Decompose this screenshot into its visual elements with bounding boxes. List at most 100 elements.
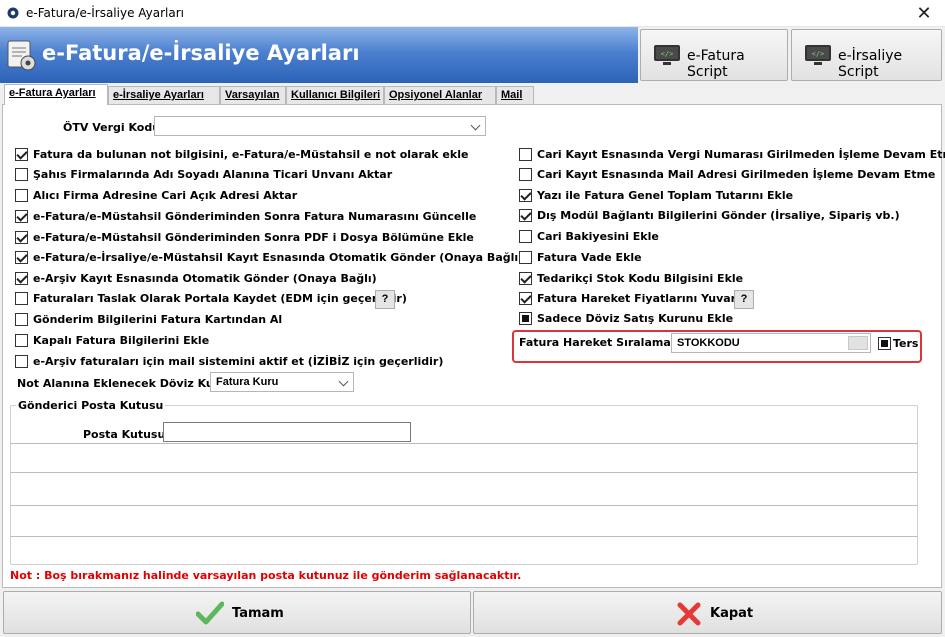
chevron-down-icon: [338, 376, 349, 387]
close-icon[interactable]: ✕: [913, 2, 935, 24]
tab-efatura-settings[interactable]: e-Fatura Ayarları: [4, 84, 108, 105]
option-label: Fatura Vade Ekle: [537, 251, 642, 264]
sort-input[interactable]: STOKKODU: [671, 333, 871, 353]
checkbox[interactable]: [519, 272, 532, 285]
lookup-button[interactable]: [848, 336, 868, 350]
option-row[interactable]: Dış Modül Bağlantı Bilgilerini Gönder (İ…: [519, 208, 929, 224]
option-row[interactable]: Cari Kayıt Esnasında Vergi Numarası Giri…: [519, 147, 945, 163]
otv-label: ÖTV Vergi Kodu: [63, 121, 161, 134]
note-text: Not : Boş bırakmanız halinde varsayılan …: [10, 569, 522, 582]
checkbox[interactable]: [519, 148, 532, 161]
sort-label: Fatura Hareket Sıralaması: [519, 336, 682, 349]
option-row[interactable]: Şahıs Firmalarında Adı Soyadı Alanına Ti…: [15, 167, 495, 183]
otv-select[interactable]: [154, 116, 486, 136]
option-row[interactable]: Gönderim Bilgilerini Fatura Kartından Al: [15, 312, 495, 328]
reverse-checkbox[interactable]: [878, 337, 891, 350]
option-row[interactable]: e-Fatura/e-Müstahsil Gönderiminden Sonra…: [15, 230, 495, 246]
option-row[interactable]: Fatura Vade Ekle: [519, 250, 929, 266]
page-title: e-Fatura/e-İrsaliye Ayarları: [42, 41, 360, 65]
checkbox[interactable]: [519, 312, 532, 325]
checkbox[interactable]: [15, 251, 28, 264]
option-label: e-Fatura/e-Müstahsil Gönderiminden Sonra…: [33, 231, 474, 244]
group-title: Gönderici Posta Kutusu: [16, 399, 166, 412]
option-row[interactable]: Cari Bakiyesini Ekle: [519, 229, 929, 245]
grid-line: [11, 472, 917, 473]
app-gear-icon: [7, 7, 19, 19]
option-label: Dış Modül Bağlantı Bilgilerini Gönder (İ…: [537, 209, 900, 222]
option-label: Cari Kayıt Esnasında Vergi Numarası Giri…: [537, 148, 945, 161]
option-label: Tedarikçi Stok Kodu Bilgisini Ekle: [537, 272, 744, 285]
help-button[interactable]: ?: [734, 290, 754, 309]
eirsaliye-script-label: e-İrsaliye Script: [838, 48, 903, 80]
option-row[interactable]: Fatura Hareket Fiyatlarını Yuvarla: [519, 291, 747, 307]
currency-value: Fatura Kuru: [216, 376, 279, 388]
code-monitor-icon: </>: [654, 45, 680, 65]
checkbox[interactable]: [519, 189, 532, 202]
tab-optional-fields[interactable]: Opsiyonel Alanlar: [384, 86, 496, 104]
help-button[interactable]: ?: [375, 290, 395, 309]
ok-label: Tamam: [232, 606, 284, 621]
option-row[interactable]: e-Fatura/e-İrsaliye/e-Müstahsil Kayıt Es…: [15, 250, 523, 266]
header-banner: e-Fatura/e-İrsaliye Ayarları: [0, 27, 638, 83]
efatura-script-label: e-Fatura Script: [687, 48, 745, 80]
tab-defaults[interactable]: Varsayılan: [220, 86, 286, 104]
checkbox[interactable]: [519, 209, 532, 222]
checkbox[interactable]: [15, 272, 28, 285]
checkbox[interactable]: [519, 168, 532, 181]
tab-user-info[interactable]: Kullanıcı Bilgileri: [286, 86, 384, 104]
close-button[interactable]: Kapat: [473, 591, 942, 634]
option-row[interactable]: Alıcı Firma Adresine Cari Açık Adresi Ak…: [15, 188, 495, 204]
ok-button[interactable]: Tamam: [3, 591, 471, 634]
checkbox[interactable]: [519, 292, 532, 305]
svg-text:</>: </>: [812, 50, 825, 58]
tab-eirsaliye-settings[interactable]: e-İrsaliye Ayarları: [108, 86, 220, 104]
grid-line: [11, 505, 917, 506]
checkbox[interactable]: [15, 231, 28, 244]
checkbox[interactable]: [15, 148, 28, 161]
sort-value: STOKKODU: [677, 337, 740, 349]
efatura-script-button[interactable]: </> e-Fatura Script: [640, 29, 788, 81]
close-x-icon: [677, 602, 701, 626]
option-label: Cari Bakiyesini Ekle: [537, 230, 659, 243]
checkbox[interactable]: [15, 292, 28, 305]
grid-line: [11, 443, 917, 444]
checkmark-icon: [196, 601, 224, 625]
option-label: Şahıs Firmalarında Adı Soyadı Alanına Ti…: [33, 168, 393, 181]
checkbox[interactable]: [15, 334, 28, 347]
option-row[interactable]: Fatura da bulunan not bilgisini, e-Fatur…: [15, 147, 495, 163]
mailbox-label: Posta Kutusu: [83, 428, 166, 441]
tab-mail[interactable]: Mail: [496, 86, 534, 104]
checkbox[interactable]: [15, 355, 28, 368]
option-row[interactable]: e-Arşiv Kayıt Esnasında Otomatik Gönder …: [15, 271, 495, 287]
option-row[interactable]: Yazı ile Fatura Genel Toplam Tutarını Ek…: [519, 188, 929, 204]
checkbox[interactable]: [15, 210, 28, 223]
option-row[interactable]: Cari Kayıt Esnasında Mail Adresi Girilme…: [519, 167, 935, 183]
currency-label: Not Alanına Eklenecek Döviz Kuru: [17, 377, 227, 390]
currency-select[interactable]: Fatura Kuru: [210, 372, 354, 392]
mailbox-input[interactable]: [163, 422, 411, 442]
svg-text:</>: </>: [661, 50, 674, 58]
checkbox[interactable]: [15, 313, 28, 326]
option-row[interactable]: e-Fatura/e-Müstahsil Gönderiminden Sonra…: [15, 209, 495, 225]
option-label: Fatura da bulunan not bilgisini, e-Fatur…: [33, 148, 469, 161]
option-row[interactable]: Sadece Döviz Satış Kurunu Ekle: [519, 311, 929, 327]
close-label: Kapat: [710, 606, 754, 621]
option-label: Cari Kayıt Esnasında Mail Adresi Girilme…: [537, 168, 936, 181]
grid-line: [11, 536, 917, 537]
option-row[interactable]: e-Arşiv faturaları için mail sistemini a…: [15, 354, 495, 370]
option-row[interactable]: Tedarikçi Stok Kodu Bilgisini Ekle: [519, 271, 929, 287]
option-row[interactable]: Faturaları Taslak Olarak Portala Kaydet …: [15, 291, 407, 307]
option-label: e-Arşiv Kayıt Esnasında Otomatik Gönder …: [33, 272, 377, 285]
option-label: e-Fatura/e-İrsaliye/e-Müstahsil Kayıt Es…: [33, 251, 524, 264]
window-titlebar: e-Fatura/e-İrsaliye Ayarları ✕: [0, 0, 945, 27]
checkbox[interactable]: [519, 251, 532, 264]
option-label: e-Arşiv faturaları için mail sistemini a…: [33, 355, 444, 368]
window-title: e-Fatura/e-İrsaliye Ayarları: [26, 6, 185, 20]
option-row[interactable]: Kapalı Fatura Bilgilerini Ekle: [15, 333, 495, 349]
eirsaliye-script-button[interactable]: </> e-İrsaliye Script: [791, 29, 942, 81]
checkbox[interactable]: [15, 168, 28, 181]
checkbox[interactable]: [15, 189, 28, 202]
checkbox[interactable]: [519, 230, 532, 243]
option-label: Kapalı Fatura Bilgilerini Ekle: [33, 334, 210, 347]
chevron-down-icon: [470, 120, 481, 131]
